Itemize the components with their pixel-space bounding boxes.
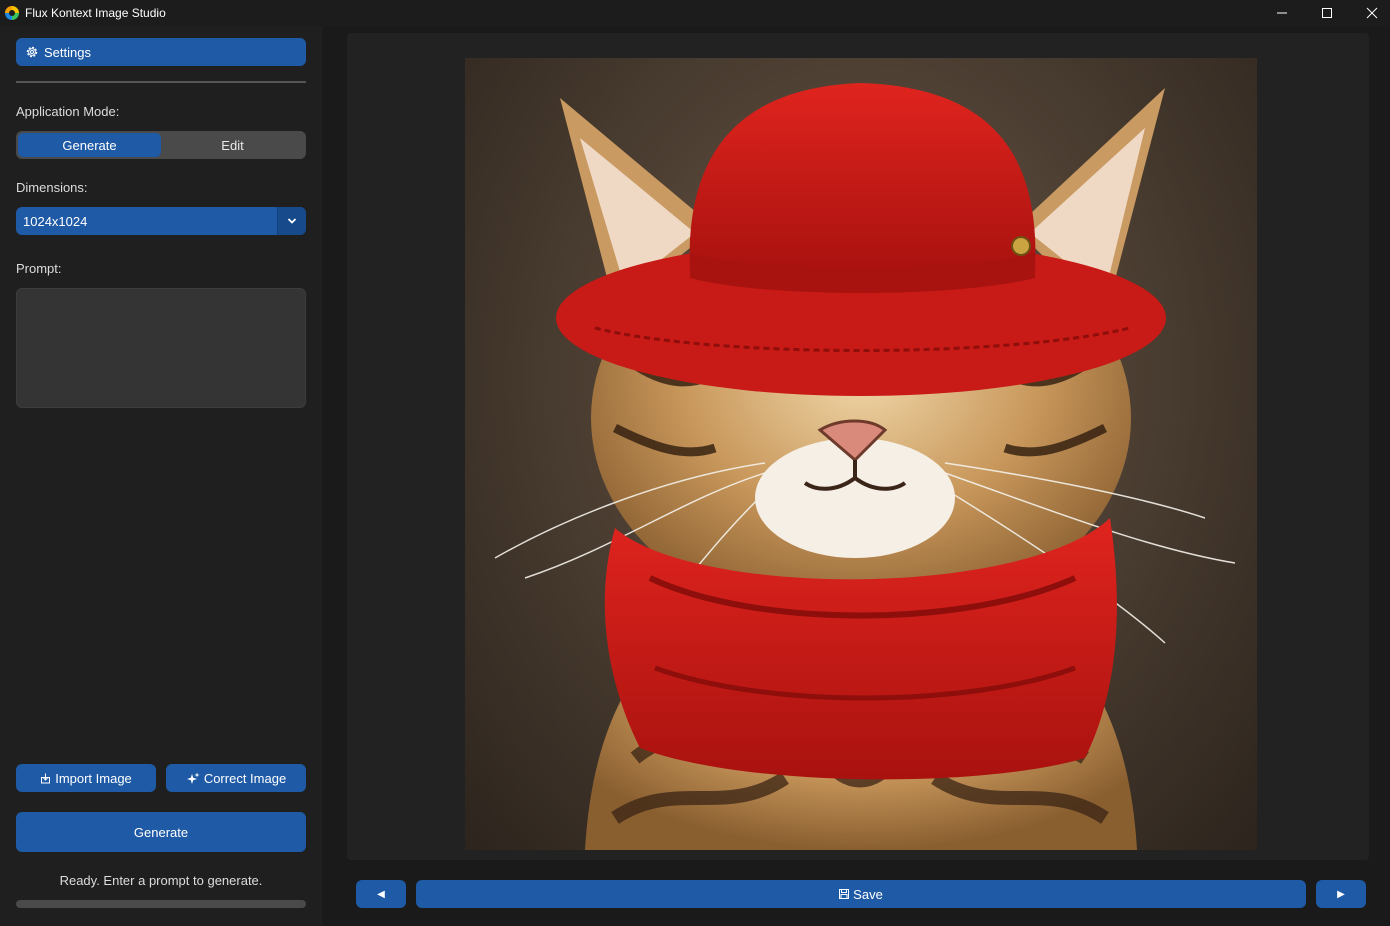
dimensions-value: 1024x1024 [23,213,88,229]
close-icon [1366,7,1378,19]
dimensions-label: Dimensions: [16,180,88,195]
image-canvas [347,33,1369,860]
window-title: Flux Kontext Image Studio [25,6,166,20]
sidebar-divider [16,81,306,83]
sidebar: Settings Application Mode: Generate Edit… [0,26,322,926]
main-area: ◀ Save ▶ [322,26,1390,926]
minimize-icon [1277,12,1287,14]
generated-image [465,58,1257,850]
save-icon [839,889,850,899]
status-text: Ready. Enter a prompt to generate. [59,873,263,888]
close-button[interactable] [1349,0,1390,26]
settings-button[interactable]: Settings [16,38,306,66]
minimize-button[interactable] [1259,0,1305,26]
mode-segmented-control: Generate Edit [16,131,306,159]
prompt-label: Prompt: [16,261,62,276]
correct-image-label: Correct Image [203,770,287,786]
previous-image-button[interactable]: ◀ [356,880,406,908]
import-image-button[interactable]: Import Image [16,764,156,792]
app-logo-icon [5,6,19,20]
progress-bar [16,900,306,908]
import-icon [41,773,51,783]
settings-label: Settings [44,44,91,60]
application-mode-label: Application Mode: [16,104,120,119]
prompt-textarea[interactable] [16,288,306,408]
mode-edit-tab[interactable]: Edit [161,133,304,157]
chevron-down-icon [287,218,297,224]
correct-image-button[interactable]: Correct Image [166,764,306,792]
cat-illustration [494,83,1236,850]
title-bar: Flux Kontext Image Studio [0,0,1390,26]
previous-arrow-icon: ◀ [377,888,385,900]
sparkles-icon [186,772,200,784]
dimensions-dropdown-toggle[interactable] [277,207,306,235]
next-image-button[interactable]: ▶ [1316,880,1366,908]
maximize-button[interactable] [1304,0,1350,26]
mode-generate-tab[interactable]: Generate [18,133,161,157]
generate-button[interactable]: Generate [16,812,306,852]
maximize-icon [1322,8,1332,18]
dimensions-dropdown[interactable]: 1024x1024 [16,207,306,235]
import-image-label: Import Image [55,770,132,786]
gear-icon [26,46,38,58]
save-label: Save [853,886,883,902]
save-button[interactable]: Save [416,880,1306,908]
next-arrow-icon: ▶ [1337,888,1345,900]
